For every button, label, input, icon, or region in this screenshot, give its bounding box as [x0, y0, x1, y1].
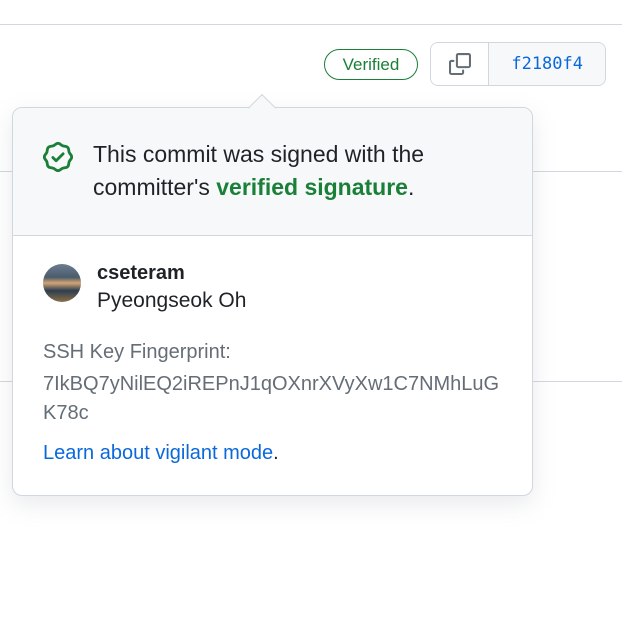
- vigilant-suffix: .: [273, 442, 279, 464]
- verified-icon: [43, 142, 73, 172]
- vigilant-line: Learn about vigilant mode.: [43, 442, 502, 465]
- popover-header: This commit was signed with the committe…: [13, 108, 532, 236]
- copy-sha-button[interactable]: [431, 43, 489, 85]
- copy-icon: [449, 53, 471, 75]
- signature-popover: This commit was signed with the committe…: [12, 107, 533, 496]
- verified-badge[interactable]: Verified: [324, 49, 419, 80]
- fingerprint-label: SSH Key Fingerprint:: [43, 341, 502, 364]
- signature-message: This commit was signed with the committe…: [93, 138, 502, 205]
- popover-body: cseteram Pyeongseok Oh SSH Key Fingerpri…: [13, 236, 532, 495]
- signature-message-suffix: .: [408, 174, 414, 200]
- avatar[interactable]: [43, 264, 81, 302]
- committer-realname: Pyeongseok Oh: [97, 289, 246, 313]
- committer-row: cseteram Pyeongseok Oh: [43, 262, 502, 313]
- divider: [0, 24, 622, 25]
- committer-names: cseteram Pyeongseok Oh: [97, 262, 246, 313]
- commit-header-actions: Verified f2180f4: [324, 42, 606, 86]
- fingerprint-value: 7IkBQ7yNilEQ2iREPnJ1qOXnrXVyXw1C7NMhLuGK…: [43, 370, 502, 428]
- commit-sha-link[interactable]: f2180f4: [489, 43, 605, 85]
- committer-username[interactable]: cseteram: [97, 262, 246, 285]
- verified-signature-link[interactable]: verified signature: [216, 174, 408, 200]
- commit-sha-group: f2180f4: [430, 42, 606, 86]
- vigilant-mode-link[interactable]: Learn about vigilant mode: [43, 442, 273, 464]
